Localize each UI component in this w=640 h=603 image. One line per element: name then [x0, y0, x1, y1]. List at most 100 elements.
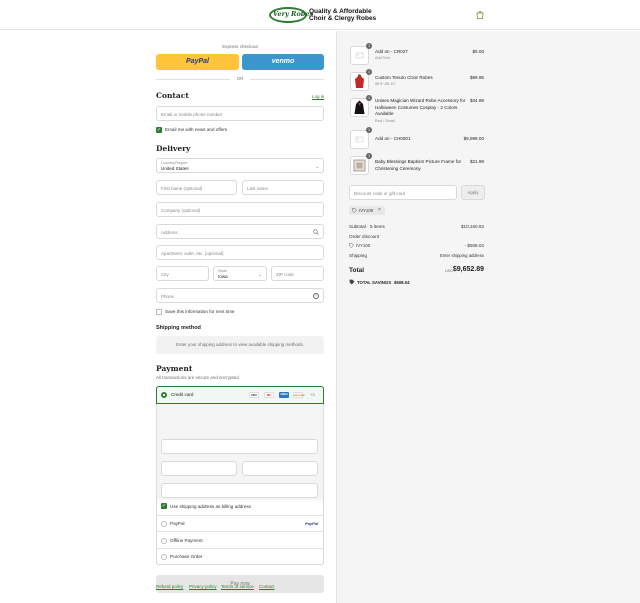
item-variant: Red / Small — [375, 119, 395, 123]
discount-tag-icon — [349, 243, 354, 250]
country-label: Country/Region — [161, 161, 188, 165]
credit-card-radio[interactable] — [161, 392, 167, 398]
payment-subtitle: All transactions are secure and encrypte… — [156, 375, 241, 380]
contact-link[interactable]: Contact — [259, 584, 275, 589]
purchase-order-radio[interactable] — [161, 554, 167, 560]
item-price: $21.99 — [469, 159, 484, 164]
divider — [157, 515, 323, 516]
phone-field[interactable]: Phone ? — [156, 288, 324, 303]
item-quantity-badge: 1 — [366, 69, 372, 75]
divider — [157, 531, 323, 532]
paypal-express-button[interactable]: PayPal — [156, 54, 239, 70]
applied-discount-tag: IVY100 × — [349, 206, 385, 215]
country-value: United States — [161, 166, 189, 171]
last-name-field[interactable]: Last name — [242, 180, 324, 195]
state-select[interactable]: State Iowa ⌄ — [213, 266, 267, 281]
shopping-bag-icon[interactable] — [476, 10, 484, 19]
credit-card-label: Credit card — [171, 392, 194, 397]
billing-same-label: Use shipping address as billing address — [170, 504, 251, 509]
image-placeholder-icon — [355, 136, 364, 143]
item-variant: Add Text — [375, 56, 390, 60]
refund-policy-link[interactable]: Refund policy — [156, 584, 183, 589]
item-thumbnail — [350, 72, 369, 91]
save-info-checkbox[interactable] — [156, 309, 162, 315]
discount-value: - $508.04 — [464, 243, 484, 248]
image-placeholder-icon — [355, 52, 364, 59]
item-price: $5.00 — [472, 49, 485, 54]
remove-discount-icon[interactable]: × — [378, 207, 381, 213]
total-savings-label: TOTAL SAVINGS — [357, 280, 392, 285]
logo-script-text: Very Robes — [273, 10, 314, 18]
apply-discount-button[interactable]: Apply — [461, 185, 485, 200]
country-select[interactable]: Country/Region United States ⌄ — [156, 158, 324, 173]
search-icon — [313, 229, 319, 236]
contact-heading: Contact — [156, 91, 189, 100]
save-info-label: Save this information for next time — [165, 309, 235, 314]
item-thumbnail — [350, 156, 369, 175]
address-placeholder: Address — [161, 230, 178, 235]
help-icon[interactable]: ? — [313, 293, 319, 299]
offline-payment-radio[interactable] — [161, 538, 167, 544]
shipping-method-heading: Shipping method — [156, 325, 201, 331]
paypal-logo-icon: PayPal — [305, 521, 319, 526]
shipping-method-notice: Enter your shipping address to view avai… — [156, 336, 324, 354]
paypal-radio[interactable] — [161, 521, 167, 527]
item-thumbnail — [350, 130, 369, 149]
first-name-field[interactable]: First name (optional) — [156, 180, 237, 195]
credit-card-option[interactable]: Credit card VISA MC AMEX DISCOVER +3 — [156, 386, 324, 404]
wizard-robe-image — [354, 100, 365, 114]
newsletter-label: Email me with news and offers — [165, 127, 228, 132]
discover-icon: DISCOVER — [293, 392, 304, 398]
total-value: $9,652.89 — [452, 266, 484, 273]
footer-divider — [156, 578, 324, 579]
zip-field[interactable]: ZIP code — [271, 266, 324, 281]
item-name: Add on - CR027 — [375, 49, 408, 54]
or-divider-label: OR — [236, 76, 244, 81]
company-field[interactable]: Company (optional) — [156, 202, 324, 217]
store-logo[interactable]: Very Robes Quality & Affordable Choir & … — [269, 6, 376, 24]
city-field[interactable]: City — [156, 266, 209, 281]
item-quantity-badge: 1 — [366, 43, 372, 49]
item-price: $99.95 — [469, 75, 484, 80]
site-header: Very Robes Quality & Affordable Choir & … — [0, 0, 640, 30]
apartment-field[interactable]: Apartment, suite, etc. (optional) — [156, 245, 324, 260]
paypal-option-label: PayPal — [170, 521, 185, 526]
state-label: State — [218, 269, 227, 273]
item-name: Custom Tenuto Choir Robes — [375, 75, 433, 80]
billing-same-checkbox[interactable]: ✓ — [161, 503, 167, 509]
chevron-down-icon: ⌄ — [315, 164, 319, 169]
venmo-express-button[interactable]: venmo — [242, 54, 324, 70]
state-value: Iowa — [218, 274, 228, 279]
delivery-heading: Delivery — [156, 144, 191, 153]
item-price: $9,999.00 — [463, 136, 484, 141]
item-thumbnail — [350, 46, 369, 65]
more-cards-count: +3 — [310, 392, 315, 397]
logo-line-2: Choir & Clergy Robes — [309, 15, 377, 22]
order-discount-label: Order discount — [349, 234, 380, 239]
visa-icon: VISA — [249, 392, 259, 398]
email-field[interactable]: Email or mobile phone number — [156, 106, 324, 121]
item-quantity-badge: 1 — [366, 95, 372, 101]
logo-tagline: Quality & Affordable Choir & Clergy Robe… — [309, 8, 376, 22]
terms-of-service-link[interactable]: Terms of service — [221, 584, 254, 589]
item-name: Add on - CH0001 — [375, 136, 411, 141]
shipping-value: Enter shipping address — [440, 253, 484, 258]
item-price: $34.99 — [469, 98, 484, 103]
newsletter-checkbox[interactable]: ✓ — [156, 127, 162, 133]
divider-right — [250, 79, 324, 80]
card-number-field[interactable] — [161, 439, 318, 454]
login-link[interactable]: Log in — [312, 94, 324, 99]
card-security-code-field[interactable] — [242, 461, 318, 476]
address-field[interactable]: Address — [156, 224, 324, 239]
discount-code-field[interactable]: Discount code or gift card — [349, 185, 457, 200]
privacy-policy-link[interactable]: Privacy policy — [189, 584, 217, 589]
red-robe-image — [355, 74, 364, 88]
card-expiry-field[interactable] — [161, 461, 237, 476]
picture-frame-image — [353, 159, 366, 172]
divider — [157, 548, 323, 549]
express-checkout-title: Express checkout — [222, 44, 258, 49]
applied-code: IVY100 — [359, 208, 374, 213]
shipping-label: Shipping — [349, 253, 367, 258]
item-quantity-badge: 1 — [366, 153, 372, 159]
card-name-field[interactable] — [161, 483, 318, 498]
